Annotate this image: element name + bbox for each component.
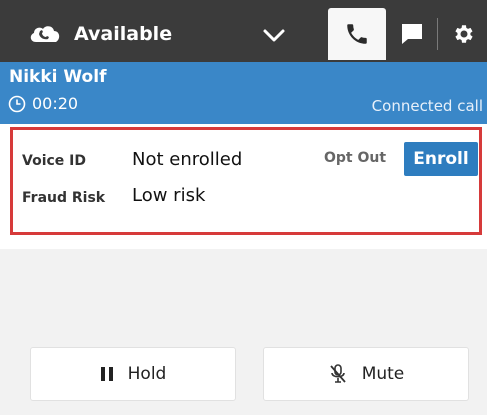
contact-header: Nikki Wolf 00:20 Connected call (0, 62, 487, 124)
voice-id-label: Voice ID (22, 153, 86, 169)
fraud-risk-value: Low risk (132, 185, 206, 206)
chevron-down-icon[interactable] (262, 24, 286, 46)
cloud-phone-icon (30, 26, 60, 42)
tab-settings[interactable] (440, 8, 487, 60)
mute-label: Mute (361, 364, 405, 384)
fraud-risk-label: Fraud Risk (22, 190, 106, 206)
chat-icon (402, 24, 422, 44)
tab-chat[interactable] (390, 8, 434, 60)
call-timer: 00:20 (32, 94, 79, 113)
tab-divider (437, 18, 438, 50)
status-dropdown[interactable]: Available (0, 8, 320, 60)
contact-name: Nikki Wolf (9, 67, 107, 87)
microphone-muted-icon (330, 364, 346, 383)
status-label: Available (74, 23, 173, 45)
clock-icon (8, 95, 26, 113)
voice-id-value: Not enrolled (132, 149, 243, 170)
gear-icon (454, 25, 473, 43)
top-bar: Available (0, 0, 487, 62)
pause-icon (100, 367, 113, 381)
tab-phone[interactable] (328, 8, 386, 60)
hold-button[interactable]: Hold (30, 347, 236, 401)
enroll-button[interactable]: Enroll (404, 142, 478, 176)
opt-out-link[interactable]: Opt Out (324, 150, 386, 166)
phone-icon (347, 24, 367, 44)
mute-button[interactable]: Mute (263, 347, 469, 401)
call-state: Connected call (371, 97, 483, 115)
hold-label: Hold (127, 364, 167, 384)
